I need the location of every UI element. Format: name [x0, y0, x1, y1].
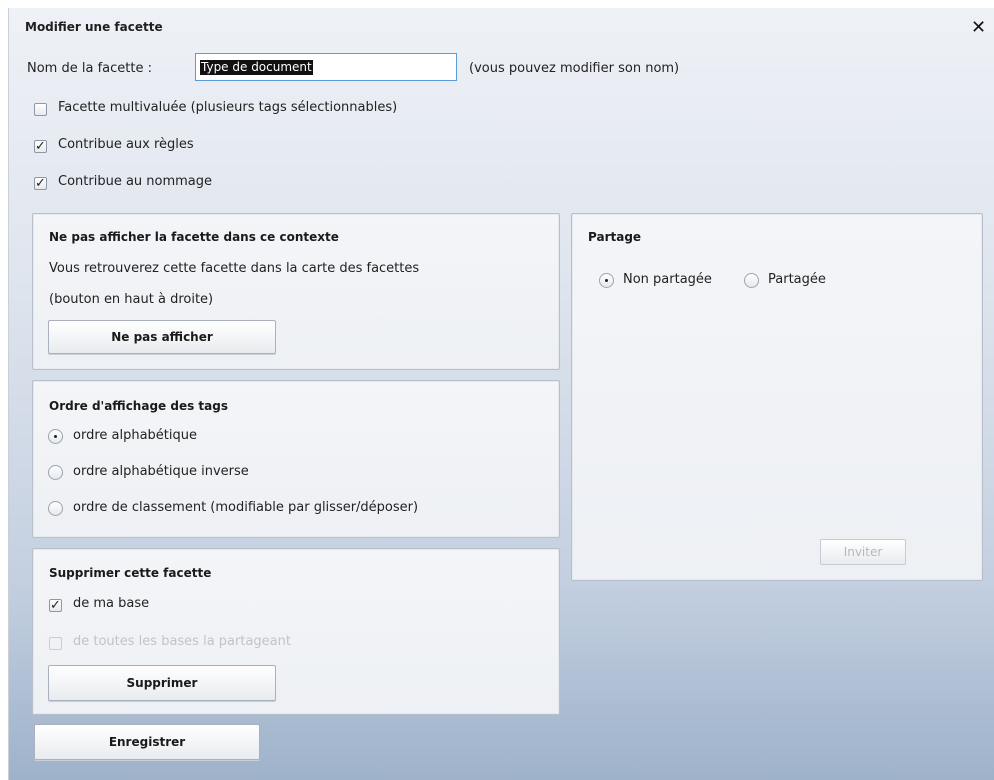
delete-facet-panel: Supprimer cette facette ✓ de ma base de …: [32, 548, 560, 715]
share-public-label: Partagée: [768, 272, 826, 287]
share-panel: Partage Non partagée Partagée Inviter: [571, 213, 983, 581]
delete-my-base-label: de ma base: [73, 596, 150, 611]
naming-checkbox[interactable]: ✓: [34, 177, 47, 190]
invite-button[interactable]: Inviter: [820, 539, 906, 565]
facet-name-input[interactable]: Type de document: [195, 53, 457, 81]
share-panel-title: Partage: [588, 230, 642, 244]
order-panel-title: Ordre d'affichage des tags: [49, 399, 228, 413]
naming-label: Contribue au nommage: [58, 174, 213, 189]
save-button[interactable]: Enregistrer: [34, 724, 260, 760]
order-ranking-label: ordre de classement (modifiable par glis…: [73, 500, 419, 515]
hide-facet-button[interactable]: Ne pas afficher: [48, 320, 276, 354]
delete-panel-title: Supprimer cette facette: [49, 566, 212, 580]
edit-facet-dialog: Modifier une facette ✕ Nom de la facette…: [8, 8, 994, 780]
share-public-radio[interactable]: [744, 273, 759, 288]
rules-checkbox[interactable]: ✓: [34, 140, 47, 153]
multivalued-label: Facette multivaluée (plusieurs tags séle…: [58, 100, 398, 115]
delete-all-bases-checkbox[interactable]: [49, 637, 62, 650]
facet-name-label: Nom de la facette :: [27, 61, 152, 76]
facet-name-value: Type de document: [200, 60, 313, 75]
close-icon[interactable]: ✕: [971, 17, 986, 38]
multivalued-checkbox[interactable]: [34, 103, 47, 116]
share-private-radio[interactable]: [599, 273, 614, 288]
tag-order-panel: Ordre d'affichage des tags ordre alphabé…: [32, 380, 560, 538]
order-alpha-reverse-radio[interactable]: [48, 465, 63, 480]
hide-panel-title: Ne pas afficher la facette dans ce conte…: [49, 230, 339, 244]
rules-label: Contribue aux règles: [58, 137, 194, 152]
hide-panel-text-2: (bouton en haut à droite): [49, 292, 214, 307]
order-ranking-radio[interactable]: [48, 501, 63, 516]
hide-panel-text-1: Vous retrouverez cette facette dans la c…: [49, 261, 420, 276]
facet-name-hint: (vous pouvez modifier son nom): [469, 61, 680, 76]
share-private-label: Non partagée: [623, 272, 712, 287]
order-alpha-reverse-label: ordre alphabétique inverse: [73, 464, 249, 479]
hide-facet-panel: Ne pas afficher la facette dans ce conte…: [32, 213, 560, 370]
dialog-title: Modifier une facette: [25, 20, 163, 34]
order-alpha-radio[interactable]: [48, 429, 63, 444]
delete-my-base-checkbox[interactable]: ✓: [49, 599, 62, 612]
order-alpha-label: ordre alphabétique: [73, 428, 197, 443]
delete-button[interactable]: Supprimer: [48, 665, 276, 701]
delete-all-bases-label: de toutes les bases la partageant: [73, 634, 291, 649]
